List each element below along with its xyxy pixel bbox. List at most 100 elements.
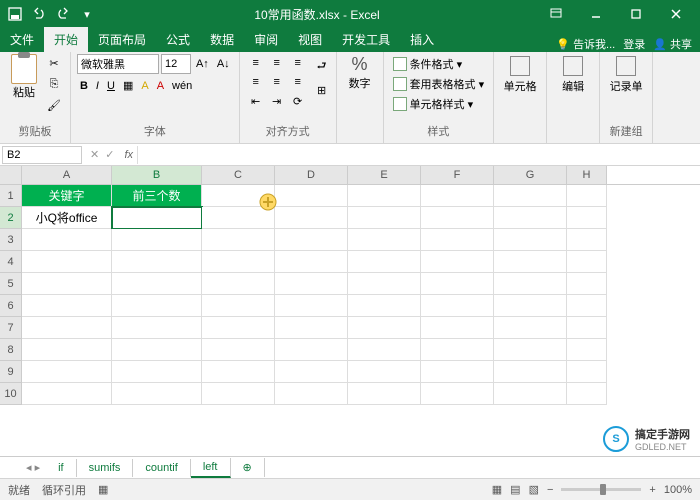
close-icon[interactable]	[656, 0, 696, 28]
cell[interactable]	[112, 339, 202, 361]
col-header-a[interactable]: A	[22, 166, 112, 184]
view-pagebreak-icon[interactable]: ▧	[529, 483, 539, 496]
cell[interactable]	[421, 339, 494, 361]
cell[interactable]	[275, 361, 348, 383]
cell[interactable]	[567, 383, 607, 405]
login-link[interactable]: 登录	[623, 36, 645, 52]
active-cell[interactable]	[112, 207, 202, 229]
copy-icon[interactable]: ⎘	[44, 75, 64, 94]
format-painter-icon[interactable]: 🖌	[44, 96, 64, 115]
cell[interactable]	[202, 295, 275, 317]
cell[interactable]	[22, 295, 112, 317]
cell[interactable]	[202, 185, 275, 207]
cell[interactable]	[567, 207, 607, 229]
cell[interactable]	[567, 229, 607, 251]
row-header[interactable]: 1	[0, 185, 22, 207]
cell[interactable]	[202, 229, 275, 251]
phonetic-icon[interactable]: wén	[169, 77, 195, 95]
cell[interactable]	[112, 361, 202, 383]
cell-grid[interactable]: 1关键字前三个数2小Q将office345678910	[0, 185, 700, 405]
cell[interactable]	[494, 273, 567, 295]
tab-developer[interactable]: 开发工具	[332, 27, 400, 52]
col-header-c[interactable]: C	[202, 166, 275, 184]
border-icon[interactable]: ▦	[120, 76, 136, 95]
cell[interactable]	[567, 185, 607, 207]
zoom-in-icon[interactable]: +	[649, 484, 655, 496]
cell[interactable]	[275, 339, 348, 361]
cell[interactable]	[348, 229, 421, 251]
cell[interactable]	[494, 295, 567, 317]
cell[interactable]	[567, 361, 607, 383]
tab-view[interactable]: 视图	[288, 27, 332, 52]
cell[interactable]	[275, 317, 348, 339]
cell[interactable]	[202, 317, 275, 339]
cell[interactable]	[22, 273, 112, 295]
cell[interactable]	[421, 317, 494, 339]
shrink-font-icon[interactable]: A↓	[214, 55, 233, 73]
enter-formula-icon[interactable]: ✓	[105, 148, 114, 161]
number-format-button[interactable]: %数字	[343, 54, 377, 91]
edit-button[interactable]: 编辑	[553, 54, 593, 96]
paste-button[interactable]: 粘贴	[6, 54, 42, 100]
conditional-format-button[interactable]: 条件格式▾	[390, 54, 466, 74]
zoom-out-icon[interactable]: −	[547, 484, 553, 496]
col-header-f[interactable]: F	[421, 166, 494, 184]
zoom-slider[interactable]	[561, 488, 641, 491]
cell[interactable]	[348, 361, 421, 383]
cell[interactable]	[202, 339, 275, 361]
cell[interactable]	[567, 273, 607, 295]
cell[interactable]	[348, 383, 421, 405]
formula-bar[interactable]	[137, 146, 700, 164]
indent-dec-icon[interactable]: ⇤	[246, 92, 266, 110]
cell[interactable]	[112, 273, 202, 295]
cell[interactable]	[494, 361, 567, 383]
cell[interactable]	[275, 383, 348, 405]
record-button[interactable]: 记录单	[606, 54, 646, 96]
view-normal-icon[interactable]: ▦	[492, 483, 502, 496]
tab-home[interactable]: 开始	[44, 27, 88, 52]
qat-more-icon[interactable]: ▾	[76, 3, 98, 25]
cut-icon[interactable]: ✂	[44, 54, 64, 73]
cell[interactable]	[348, 207, 421, 229]
col-header-e[interactable]: E	[348, 166, 421, 184]
save-icon[interactable]	[4, 3, 26, 25]
cell[interactable]	[22, 317, 112, 339]
col-header-g[interactable]: G	[494, 166, 567, 184]
cell[interactable]	[421, 251, 494, 273]
cell[interactable]	[275, 207, 348, 229]
align-bottom-icon[interactable]: ≡	[288, 54, 308, 72]
cell[interactable]: 关键字	[22, 185, 112, 207]
row-header[interactable]: 4	[0, 251, 22, 273]
redo-icon[interactable]	[52, 3, 74, 25]
row-header[interactable]: 6	[0, 295, 22, 317]
font-color-icon[interactable]: A	[154, 77, 167, 95]
align-middle-icon[interactable]: ≡	[267, 54, 287, 72]
new-sheet-button[interactable]: ⊕	[231, 458, 265, 477]
col-header-b[interactable]: B	[112, 166, 202, 184]
row-header[interactable]: 8	[0, 339, 22, 361]
cell[interactable]	[348, 273, 421, 295]
zoom-level[interactable]: 100%	[664, 484, 692, 496]
cell[interactable]	[421, 273, 494, 295]
cell[interactable]	[112, 295, 202, 317]
cell[interactable]	[348, 295, 421, 317]
indent-inc-icon[interactable]: ⇥	[267, 92, 287, 110]
name-box[interactable]: B2	[2, 146, 82, 164]
sheet-nav[interactable]: ◂ ▸	[20, 461, 46, 474]
cell[interactable]	[275, 251, 348, 273]
tab-file[interactable]: 文件	[0, 27, 44, 52]
share-button[interactable]: 👤 共享	[653, 36, 692, 52]
tab-layout[interactable]: 页面布局	[88, 27, 156, 52]
ribbon-options-icon[interactable]	[536, 0, 576, 28]
cell[interactable]	[202, 361, 275, 383]
cell[interactable]	[202, 207, 275, 229]
align-center-icon[interactable]: ≡	[267, 73, 287, 91]
cell[interactable]	[202, 273, 275, 295]
cell[interactable]	[22, 251, 112, 273]
cell[interactable]	[275, 295, 348, 317]
row-header[interactable]: 3	[0, 229, 22, 251]
fx-icon[interactable]: fx	[120, 149, 137, 161]
sheet-tab-if[interactable]: if	[46, 459, 77, 477]
align-right-icon[interactable]: ≡	[288, 73, 308, 91]
align-top-icon[interactable]: ≡	[246, 54, 266, 72]
